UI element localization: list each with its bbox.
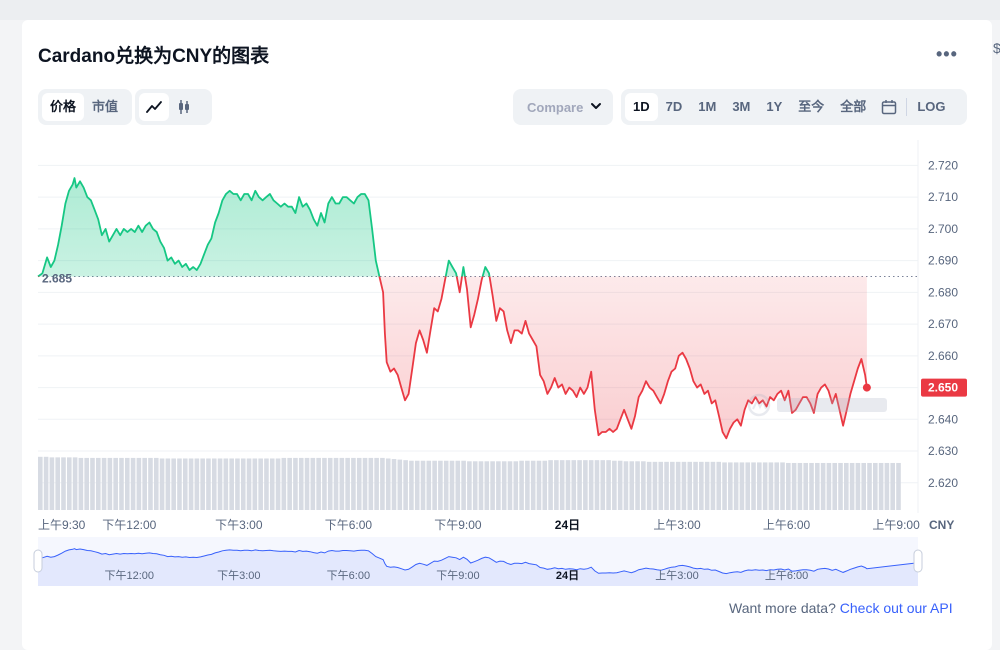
range-1m[interactable]: 1M — [690, 93, 724, 121]
range-group: 1D 7D 1M 3M 1Y 至今 全部 LOG — [621, 89, 967, 125]
metric-tab-group: 价格 市值 — [38, 89, 132, 125]
more-icon[interactable]: ••• — [936, 44, 958, 65]
api-link[interactable]: Check out our API — [840, 600, 953, 616]
range-1d[interactable]: 1D — [625, 93, 658, 121]
range-1y[interactable]: 1Y — [758, 93, 790, 121]
browser-top-strip — [0, 0, 1000, 20]
edge-currency-glyph: $ — [993, 40, 1000, 56]
range-7d[interactable]: 7D — [658, 93, 691, 121]
log-toggle[interactable]: LOG — [909, 93, 953, 121]
range-3m[interactable]: 3M — [724, 93, 758, 121]
api-promo-text: Want more data? — [729, 600, 840, 616]
candlestick-icon[interactable] — [169, 93, 199, 121]
range-ytd[interactable]: 至今 — [790, 93, 832, 121]
line-chart-icon[interactable] — [139, 93, 169, 121]
compare-label: Compare — [527, 99, 584, 115]
chevron-down-icon — [591, 103, 601, 109]
tab-market-cap[interactable]: 市值 — [84, 93, 126, 121]
page-title: Cardano兑换为CNY的图表 — [38, 46, 270, 67]
range-divider — [906, 98, 908, 116]
calendar-icon[interactable] — [874, 93, 904, 121]
api-promo: Want more data? Check out our API — [729, 600, 953, 616]
compare-dropdown[interactable]: Compare — [513, 89, 613, 125]
tab-price[interactable]: 价格 — [42, 93, 85, 121]
range-all[interactable]: 全部 — [832, 93, 874, 121]
chart-style-group — [135, 89, 212, 125]
